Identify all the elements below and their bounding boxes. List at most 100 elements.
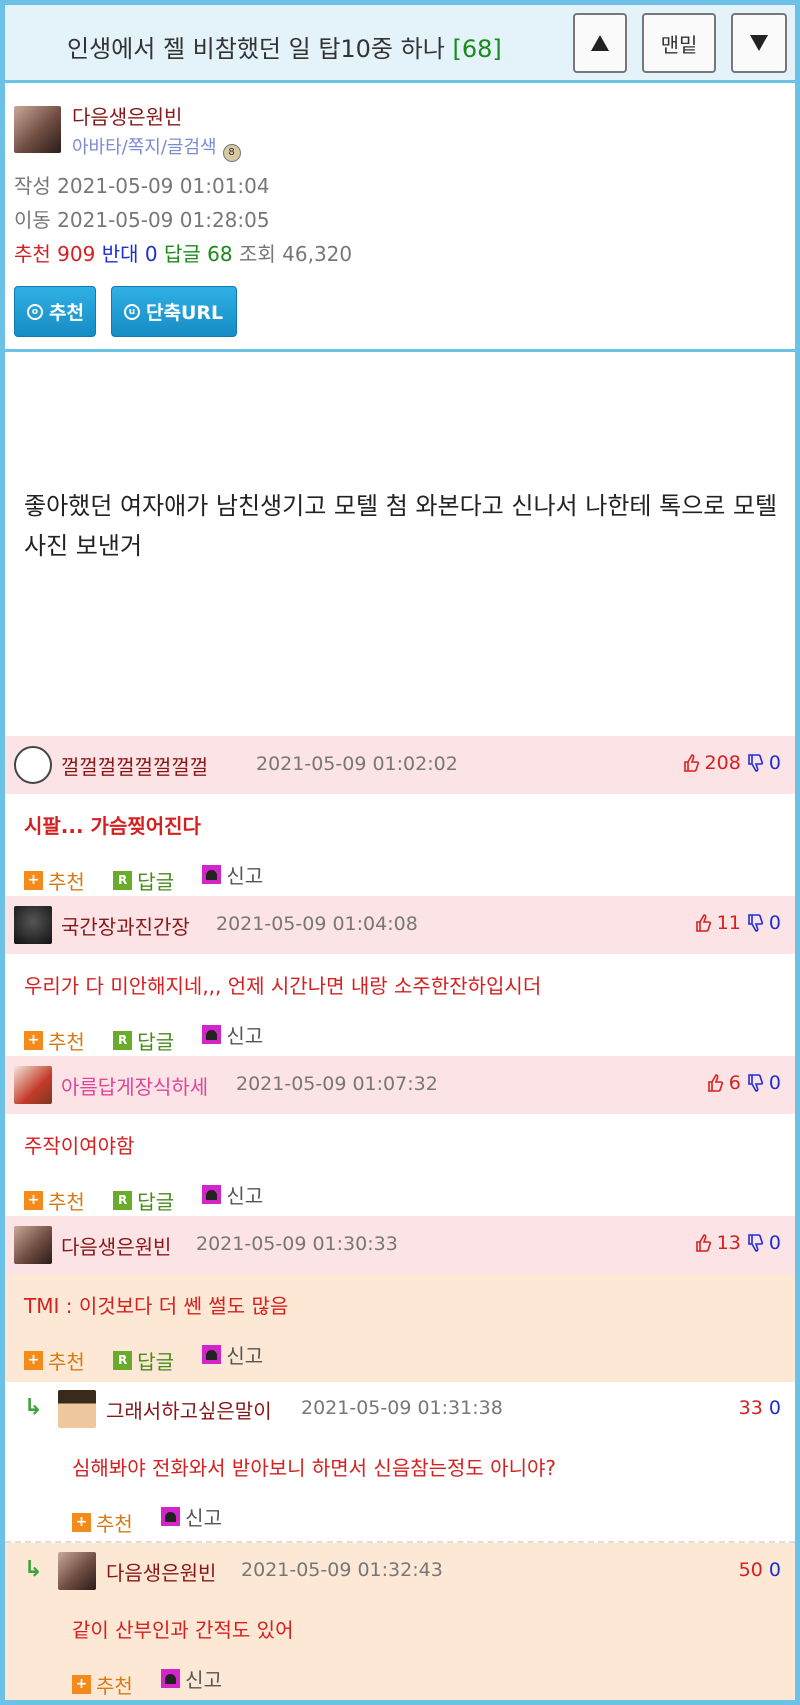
reply-action[interactable]: R 답글 <box>113 1186 174 1215</box>
recommend-action-label: 추천 <box>96 1674 133 1698</box>
comment-avatar[interactable] <box>14 1066 52 1104</box>
scroll-up-button[interactable] <box>573 13 627 73</box>
author-links[interactable]: 아바타/쪽지/글검색 8 <box>72 133 241 162</box>
thumbs-down-icon[interactable] <box>747 754 763 772</box>
upvote-count: 208 <box>704 752 741 774</box>
reply-author[interactable]: 그래서하고싶은말이 <box>106 1395 272 1424</box>
reply-author[interactable]: 다음생은원빈 <box>106 1557 216 1586</box>
downvote-count: 0 <box>768 1232 781 1254</box>
comment-count[interactable]: [68] <box>452 35 501 63</box>
recommend-action-label: 추천 <box>48 870 85 894</box>
comment-votes: 13 0 <box>695 1232 781 1254</box>
comment-author[interactable]: 아름답게장식하세 <box>61 1071 208 1100</box>
go-bottom-button[interactable]: 맨밑 <box>642 13 716 73</box>
reply-action-label: 답글 <box>137 870 174 894</box>
thumbs-up-icon[interactable] <box>695 1234 711 1252</box>
upvote-count: 33 <box>738 1397 763 1419</box>
short-url-button-label: 단축URL <box>146 302 224 324</box>
title-bar: 인생에서 젤 비참했던 일 탑10중 하나 [68] 맨밑 <box>5 5 795 83</box>
recommend-action[interactable]: + 추천 <box>24 1346 85 1375</box>
reply-arrow-icon: ↳ <box>24 1557 43 1582</box>
report-action-label: 신고 <box>185 1668 222 1692</box>
recommend-action[interactable]: + 추천 <box>24 1026 85 1055</box>
thumbs-down-icon[interactable] <box>747 1074 763 1092</box>
comment-actions: + 추천 R 답글 신고 <box>24 860 285 895</box>
reply-avatar[interactable] <box>58 1390 96 1428</box>
comment-author[interactable]: 국간장과진간장 <box>61 911 190 940</box>
reply-action-label: 답글 <box>137 1030 174 1054</box>
reply-text: 심해봐야 전화와서 받아보니 하면서 신음참는정도 아니야? <box>72 1456 557 1480</box>
views-label: 조회 <box>238 242 276 266</box>
reply-votes: 50 0 <box>739 1559 781 1581</box>
report-action[interactable]: 신고 <box>161 1664 222 1693</box>
recommend-action[interactable]: + 추천 <box>72 1670 133 1699</box>
scroll-down-button[interactable] <box>731 13 787 73</box>
comment-avatar[interactable] <box>14 746 52 784</box>
against-value: 0 <box>144 242 158 266</box>
comment-actions: + 추천 R 답글 신고 <box>24 1020 285 1055</box>
plus-icon: + <box>24 1191 43 1210</box>
thumbs-down-icon[interactable] <box>747 1234 763 1252</box>
author-name[interactable]: 다음생은원빈 <box>72 101 182 130</box>
author-links-text[interactable]: 아바타/쪽지/글검색 <box>72 137 217 158</box>
rec-label: 추천 <box>14 242 51 266</box>
short-url-button[interactable]: u 단축URL <box>111 286 237 337</box>
reply-avatar[interactable] <box>58 1552 96 1590</box>
url-icon: u <box>124 303 140 320</box>
moved-date-row: 이동 2021-05-09 01:28:05 <box>14 204 270 233</box>
recommend-action[interactable]: + 추천 <box>72 1508 133 1537</box>
reply-arrow-icon: ↳ <box>24 1395 43 1420</box>
reply-icon: R <box>113 1191 133 1210</box>
recommend-action-label: 추천 <box>96 1512 133 1536</box>
comment-author[interactable]: 껄껄껄껄껄껄껄껄 <box>61 751 208 780</box>
comment-text: 시팔... 가슴찢어진다 <box>24 814 201 838</box>
author-avatar[interactable] <box>14 106 61 153</box>
recommend-action-label: 추천 <box>48 1350 85 1374</box>
triangle-down-icon <box>750 35 768 51</box>
recommend-action[interactable]: + 추천 <box>24 866 85 895</box>
downvote-count: 0 <box>768 912 781 934</box>
recommend-button[interactable]: o 추천 <box>14 286 96 337</box>
reply-value: 68 <box>207 242 233 266</box>
plus-icon: + <box>72 1675 91 1694</box>
comment-votes: 208 0 <box>683 752 781 774</box>
written-date: 2021-05-09 01:01:04 <box>57 174 270 198</box>
plus-icon: + <box>24 871 43 890</box>
reply-action[interactable]: R 답글 <box>113 1026 174 1055</box>
report-action-label: 신고 <box>226 1024 264 1048</box>
upvote-count: 13 <box>716 1232 741 1254</box>
thumbs-up-icon[interactable] <box>695 914 711 932</box>
comment-avatar[interactable] <box>14 1226 52 1264</box>
comment-author[interactable]: 다음생은원빈 <box>61 1231 171 1260</box>
comment-date: 2021-05-09 01:04:08 <box>216 913 418 935</box>
recommend-action[interactable]: + 추천 <box>24 1186 85 1215</box>
thumbs-up-icon[interactable] <box>707 1074 723 1092</box>
reply-actions: + 추천 신고 <box>72 1502 244 1537</box>
downvote-count: 0 <box>768 1559 781 1581</box>
upvote-count: 6 <box>728 1072 741 1094</box>
comment-date: 2021-05-09 01:30:33 <box>196 1233 398 1255</box>
report-action[interactable]: 신고 <box>202 1020 263 1049</box>
against-label: 반대 <box>101 242 139 266</box>
recommend-action-label: 추천 <box>48 1030 85 1054</box>
thumbs-down-icon[interactable] <box>747 914 763 932</box>
comment-avatar[interactable] <box>14 906 52 944</box>
reply-action[interactable]: R 답글 <box>113 1346 174 1375</box>
comment-actions: + 추천 R 답글 신고 <box>24 1340 285 1375</box>
thumbs-up-icon[interactable] <box>683 754 699 772</box>
report-action[interactable]: 신고 <box>161 1502 222 1531</box>
reply-icon: R <box>113 1351 133 1370</box>
siren-icon <box>202 865 222 884</box>
upvote-count: 11 <box>716 912 741 934</box>
reply-actions: + 추천 신고 <box>72 1664 244 1699</box>
report-action[interactable]: 신고 <box>202 1340 263 1369</box>
comment-votes: 6 0 <box>707 1072 781 1094</box>
report-action[interactable]: 신고 <box>202 860 263 889</box>
upvote-count: 50 <box>738 1559 763 1581</box>
divider <box>5 349 795 352</box>
written-label: 작성 <box>14 174 51 198</box>
reply-text: 같이 산부인과 간적도 있어 <box>72 1618 294 1642</box>
comment-votes: 11 0 <box>695 912 781 934</box>
report-action[interactable]: 신고 <box>202 1180 263 1209</box>
reply-action[interactable]: R 답글 <box>113 866 174 895</box>
